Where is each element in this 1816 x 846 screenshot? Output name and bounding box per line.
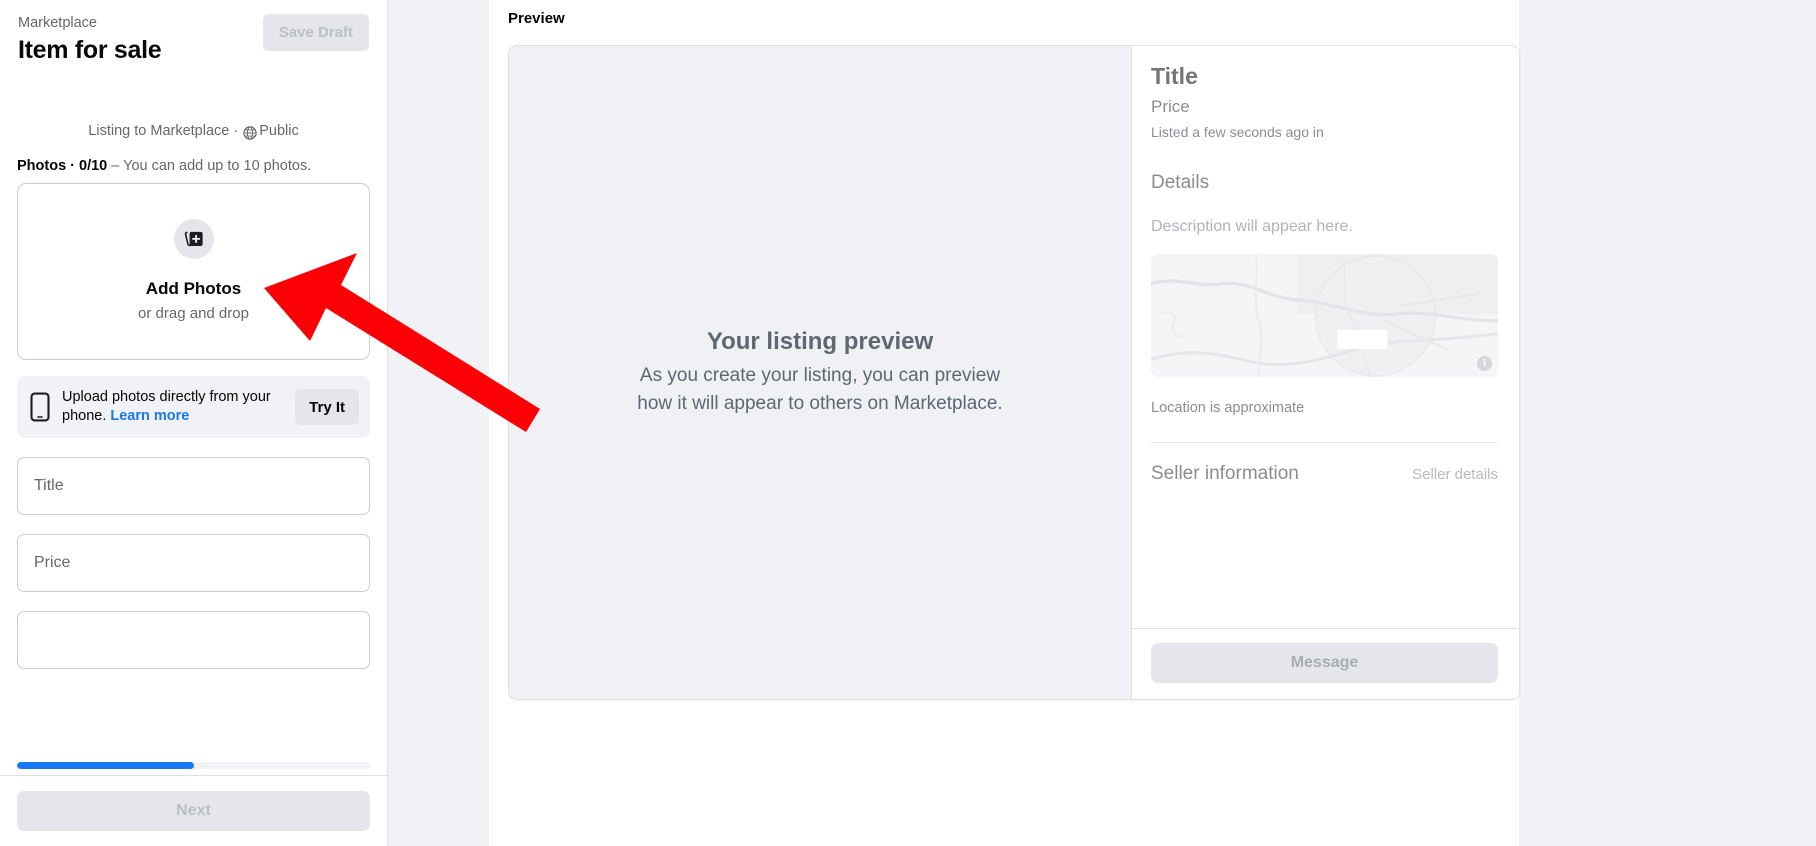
preview-empty-subtitle: As you create your listing, you can prev… (637, 365, 1003, 414)
title-input-placeholder: Title (34, 477, 64, 494)
preview-empty-media: Your listing preview As you create your … (509, 46, 1132, 699)
breadcrumb[interactable]: Marketplace (18, 14, 161, 32)
create-listing-sidebar: Marketplace Item for sale Save Draft Lis… (0, 0, 388, 846)
save-draft-button[interactable]: Save Draft (262, 14, 369, 51)
listing-price: Price (1151, 97, 1190, 116)
listing-audience-prefix: Listing to Marketplace · (88, 123, 239, 139)
photos-counter-hint: – You can add up to 10 photos. (107, 158, 312, 174)
mobile-phone-icon (29, 392, 51, 422)
try-it-button[interactable]: Try It (295, 389, 359, 425)
listing-details-body: Title Price Listed a few seconds ago in … (1132, 46, 1519, 628)
preview-area: Preview Your listing preview As you crea… (389, 0, 1816, 846)
page-title: Item for sale (18, 36, 162, 64)
details-heading: Details (1151, 172, 1210, 193)
progress-bar (0, 762, 387, 769)
seller-information-heading: Seller information (1151, 463, 1299, 484)
sidebar-header-text: Marketplace Item for sale (18, 10, 162, 66)
phone-upload-text: Upload photos directly from your phone. … (62, 388, 284, 426)
sidebar-footer: Next (0, 775, 387, 846)
progress-track (17, 762, 370, 769)
add-photos-icon (173, 219, 214, 259)
listing-details-pane: Title Price Listed a few seconds ago in … (1132, 46, 1519, 699)
title-input[interactable]: Title (17, 457, 370, 515)
preview-panel: Preview Your listing preview As you crea… (489, 0, 1520, 846)
location-map[interactable]: i (1151, 254, 1498, 377)
sidebar-body: Listing to Marketplace · Public Photos ·… (0, 122, 387, 669)
progress-fill (17, 762, 194, 769)
location-approximate-note: Location is approximate (1151, 400, 1305, 416)
listing-preview-card: Your listing preview As you create your … (508, 45, 1520, 700)
preview-empty-state: Your listing preview As you create your … (615, 327, 1024, 418)
sidebar-header: Marketplace Item for sale Save Draft (0, 0, 387, 66)
globe-icon (243, 126, 257, 140)
details-divider (1151, 442, 1498, 443)
listing-actions-footer: Message (1132, 628, 1519, 699)
listing-audience-value: Public (259, 123, 299, 139)
photos-counter-label: Photos · 0/10 – You can add up to 10 pho… (17, 157, 370, 175)
seller-details-link[interactable]: Seller details (1412, 465, 1498, 485)
add-photos-dropzone[interactable]: Add Photos or drag and drop (17, 183, 370, 360)
add-photos-title: Add Photos (145, 279, 242, 298)
map-info-icon[interactable]: i (1477, 356, 1492, 371)
preview-heading: Preview (508, 10, 565, 27)
listing-title: Title (1151, 63, 1198, 89)
phone-upload-banner: Upload photos directly from your phone. … (17, 376, 370, 438)
marketplace-create-listing-page: Marketplace Item for sale Save Draft Lis… (0, 0, 1816, 846)
next-button[interactable]: Next (17, 791, 370, 831)
learn-more-link[interactable]: Learn more (110, 408, 189, 424)
listing-timestamp: Listed a few seconds ago in (1151, 124, 1324, 140)
next-field-partial[interactable] (17, 611, 370, 669)
price-input-placeholder: Price (34, 554, 71, 571)
seller-information-row: Seller information Seller details (1151, 462, 1498, 486)
photos-counter-value: Photos · 0/10 (17, 158, 108, 174)
listing-description-placeholder: Description will appear here. (1151, 218, 1353, 235)
preview-empty-title: Your listing preview (706, 328, 934, 355)
add-photos-subtitle: or drag and drop (138, 305, 249, 322)
price-input[interactable]: Price (17, 534, 370, 592)
message-button[interactable]: Message (1151, 643, 1498, 683)
listing-audience-row: Listing to Marketplace · Public (17, 122, 370, 140)
